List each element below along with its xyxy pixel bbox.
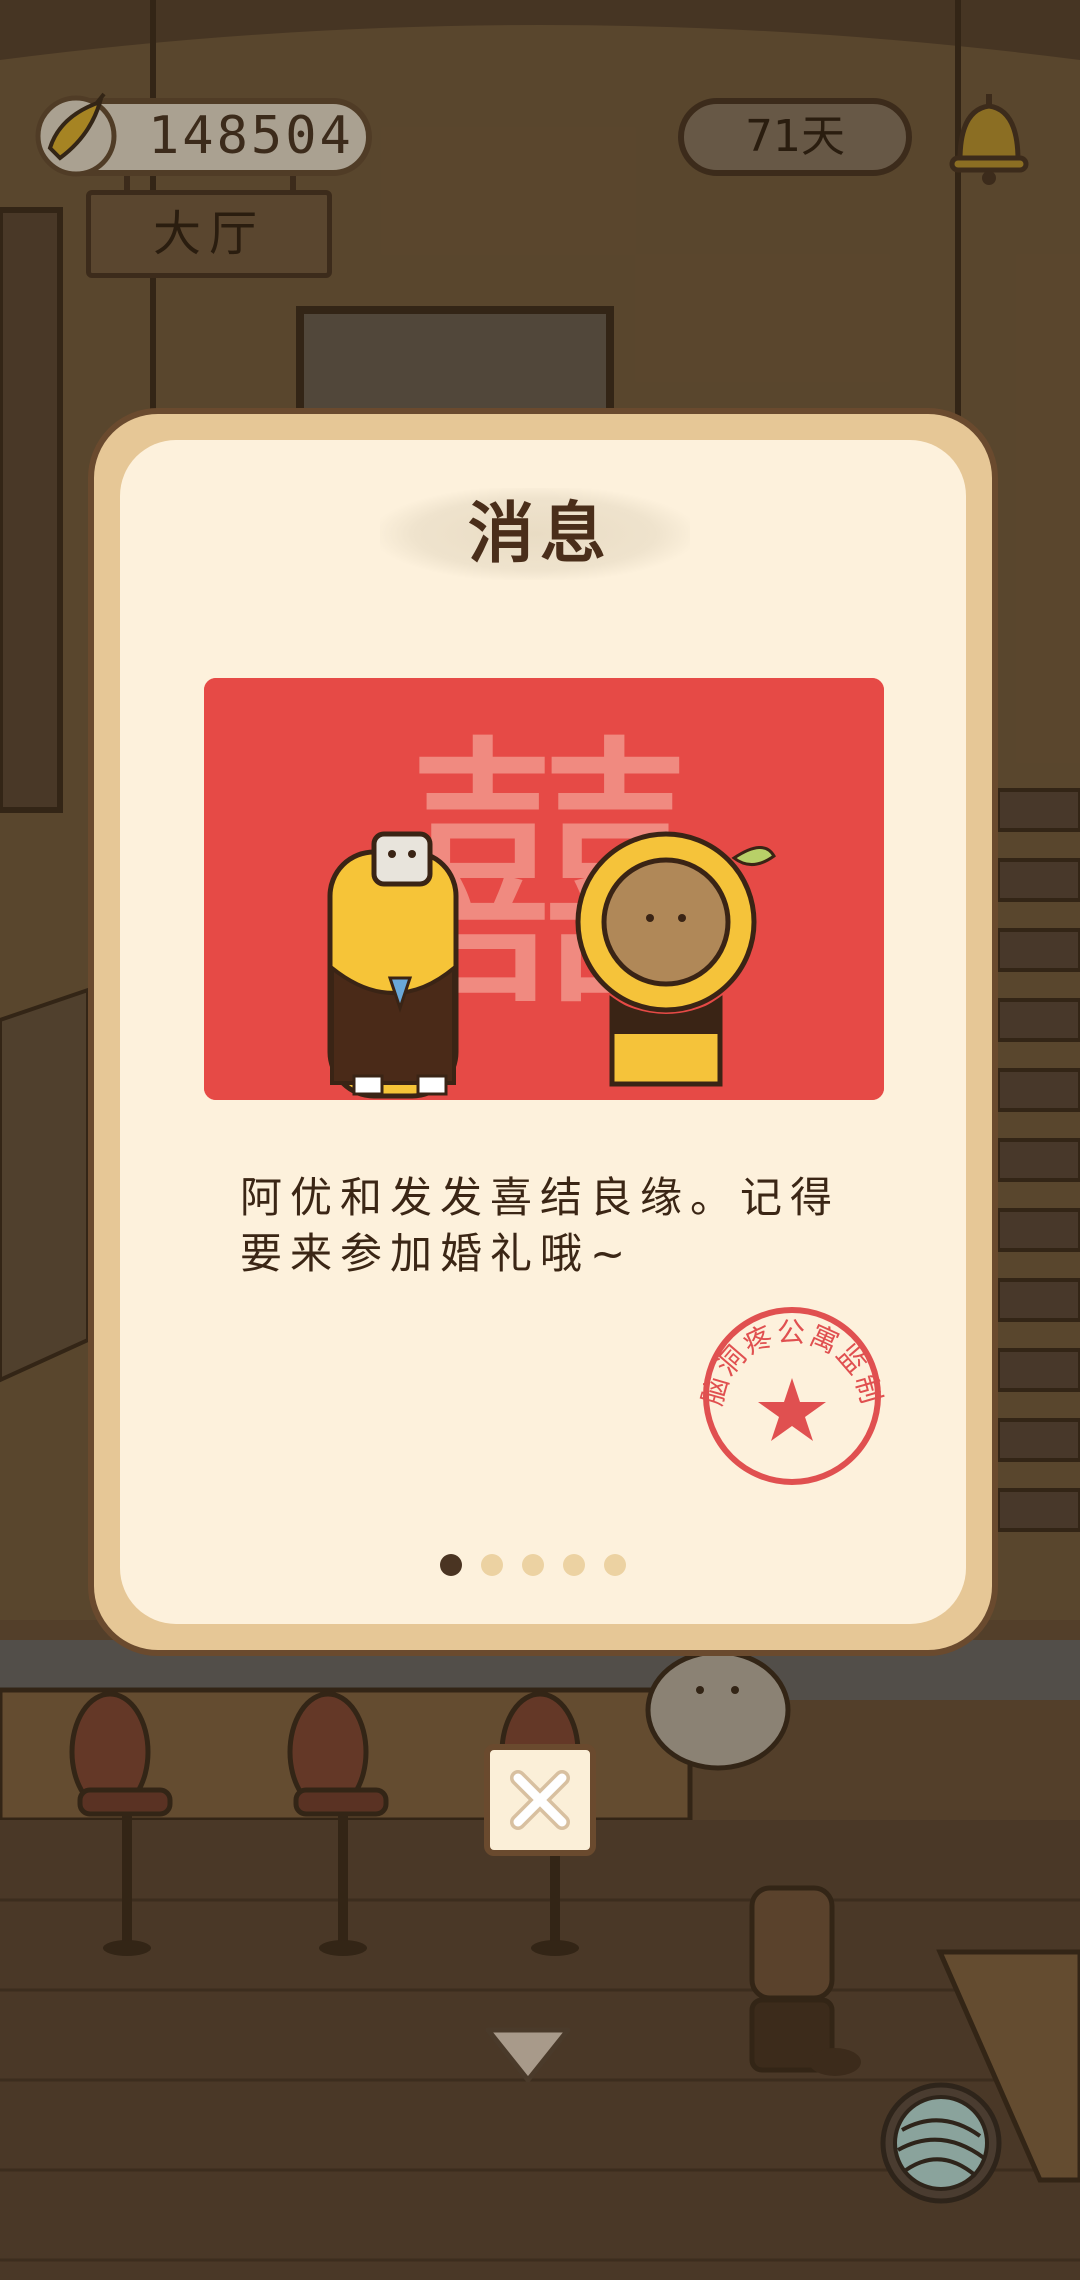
page-dot-5[interactable] (604, 1554, 626, 1576)
star-icon (758, 1378, 826, 1441)
page-dot-1[interactable] (440, 1554, 462, 1576)
message-text: 阿优和发发喜结良缘。记得要来参加婚礼哦~ (240, 1173, 841, 1278)
official-stamp: 脑洞疼公寓监制 (698, 1307, 886, 1485)
close-button[interactable] (484, 1744, 596, 1856)
close-icon (510, 1770, 570, 1830)
yarn-ball-icon[interactable] (876, 2078, 1006, 2208)
wedding-illustration: 囍 (204, 678, 884, 1100)
chevron-down-icon[interactable] (480, 2020, 576, 2090)
page-dot-2[interactable] (481, 1554, 503, 1576)
page-dot-3[interactable] (522, 1554, 544, 1576)
page-dot-4[interactable] (563, 1554, 585, 1576)
dialog-title: 消息 (468, 495, 612, 572)
page-indicator (440, 1554, 640, 1578)
groom-character (327, 831, 459, 1099)
